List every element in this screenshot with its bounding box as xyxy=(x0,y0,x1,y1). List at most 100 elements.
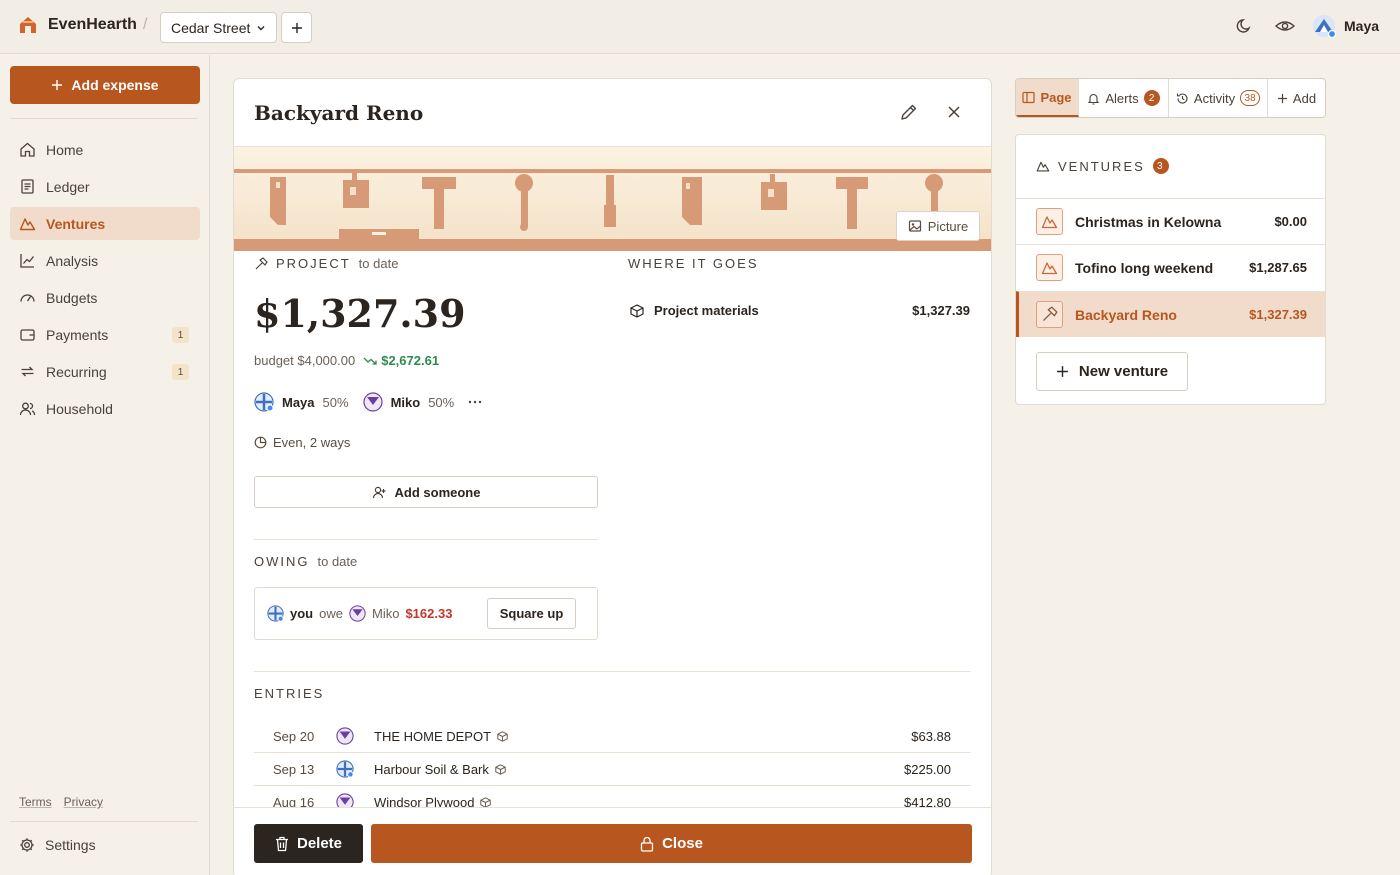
tab-label: Activity xyxy=(1193,90,1236,106)
user-menu[interactable]: Maya xyxy=(1312,14,1379,38)
owing-section-label: OWING to date xyxy=(254,554,357,569)
sidebar-item-label: Home xyxy=(46,141,84,158)
owing-verb: owe xyxy=(319,606,343,621)
count-badge: 1 xyxy=(172,327,189,343)
venture-item-christmas[interactable]: Christmas in Kelowna $0.00 xyxy=(1016,198,1325,244)
avatar-maya[interactable] xyxy=(254,392,274,412)
moon-icon[interactable] xyxy=(1235,17,1253,35)
sidebar-item-label: Budgets xyxy=(46,289,98,306)
trend-down-icon xyxy=(363,356,377,366)
box-icon xyxy=(495,763,506,775)
sidebar-item-payments[interactable]: Payments 1 xyxy=(10,318,200,351)
ventures-label: VENTURES xyxy=(1058,158,1145,174)
house-logo-icon xyxy=(18,15,38,35)
plus-icon xyxy=(1056,365,1069,378)
project-label: PROJECT xyxy=(276,256,351,271)
plus-icon xyxy=(51,79,63,91)
box-icon xyxy=(480,796,492,808)
new-venture-label: New venture xyxy=(1078,363,1169,380)
table-row[interactable]: Sep 20 THE HOME DEPOT $63.88 xyxy=(254,720,971,753)
venture-item-tofino[interactable]: Tofino long weekend $1,287.65 xyxy=(1016,244,1325,290)
sidebar-item-household[interactable]: Household xyxy=(10,392,200,425)
terms-link[interactable]: Terms xyxy=(19,795,52,809)
chevron-down-icon xyxy=(256,23,266,33)
sidebar: Add expense Home Ledger Ventures Analysi… xyxy=(0,55,210,875)
member-percent: 50% xyxy=(428,394,455,410)
venture-amount: $0.00 xyxy=(1274,214,1307,229)
entries-section-label: ENTRIES xyxy=(254,686,324,701)
category-amount: $1,327.39 xyxy=(912,303,970,318)
venture-detail-panel: Backyard Reno Picture PROJECT to date $1… xyxy=(233,78,992,875)
avatar-miko[interactable] xyxy=(362,392,383,412)
member-name: Maya xyxy=(282,394,315,410)
entry-merchant: THE HOME DEPOT xyxy=(374,729,508,744)
tab-alerts[interactable]: Alerts 2 xyxy=(1079,79,1169,117)
settings-button[interactable]: Settings xyxy=(19,837,96,853)
more-icon[interactable] xyxy=(468,400,482,404)
add-someone-button[interactable]: Add someone xyxy=(254,476,598,508)
add-expense-button[interactable]: Add expense xyxy=(10,66,200,104)
sidebar-item-analysis[interactable]: Analysis xyxy=(10,244,200,277)
tab-page[interactable]: Page xyxy=(1016,79,1079,117)
new-venture-button[interactable]: New venture xyxy=(1036,352,1188,391)
entries-label: ENTRIES xyxy=(254,686,325,701)
avatar xyxy=(1312,14,1336,38)
remaining-value: $2,672.61 xyxy=(381,353,440,368)
hammer-icon xyxy=(254,256,268,271)
sidebar-item-budgets[interactable]: Budgets xyxy=(10,281,200,314)
venture-item-backyard-reno[interactable]: Backyard Reno $1,327.39 xyxy=(1016,291,1325,337)
users-icon xyxy=(19,400,36,417)
category-row[interactable]: Project materials $1,327.39 xyxy=(630,303,970,318)
delete-button[interactable]: Delete xyxy=(254,824,363,863)
ventures-header: VENTURES 3 xyxy=(1036,158,1169,174)
pencil-icon[interactable] xyxy=(899,102,919,122)
picture-button[interactable]: Picture xyxy=(896,211,980,241)
sidebar-divider xyxy=(10,821,198,822)
table-row[interactable]: Sep 13 Harbour Soil & Bark $225.00 xyxy=(254,753,971,786)
activity-count-badge: 38 xyxy=(1240,90,1261,106)
entry-merchant: Harbour Soil & Bark xyxy=(374,762,506,777)
split-method[interactable]: Even, 2 ways xyxy=(254,435,350,450)
venture-cover-image xyxy=(234,147,991,251)
workspace-select[interactable]: Cedar Street xyxy=(160,12,277,43)
user-plus-icon xyxy=(372,485,387,499)
merchant-name: Harbour Soil & Bark xyxy=(374,761,489,777)
merchant-name: THE HOME DEPOT xyxy=(374,728,492,744)
sidebar-item-ledger[interactable]: Ledger xyxy=(10,170,200,203)
owing-label: OWING xyxy=(254,554,310,569)
entry-date: Sep 13 xyxy=(273,761,315,777)
mountain-icon xyxy=(1036,159,1050,173)
square-up-button[interactable]: Square up xyxy=(487,598,576,629)
privacy-link[interactable]: Privacy xyxy=(64,795,103,809)
close-icon[interactable] xyxy=(946,104,962,120)
tab-activity[interactable]: Activity 38 xyxy=(1169,79,1268,117)
split-method-label: Even, 2 ways xyxy=(273,435,351,450)
owing-from: you xyxy=(290,606,314,621)
entry-date: Sep 20 xyxy=(273,728,315,744)
brand[interactable]: EvenHearth xyxy=(18,15,137,35)
close-venture-button[interactable]: Close xyxy=(371,824,972,863)
sidebar-item-label: Ventures xyxy=(46,215,106,232)
sidebar-item-label: Payments xyxy=(46,326,109,343)
sidebar-item-home[interactable]: Home xyxy=(10,133,200,166)
sidebar-item-label: Analysis xyxy=(46,252,99,269)
add-workspace-button[interactable] xyxy=(281,12,312,43)
sidebar-item-label: Household xyxy=(46,400,113,417)
workspace-name: Cedar Street xyxy=(171,19,251,36)
sidebar-item-ventures[interactable]: Ventures xyxy=(10,207,200,240)
tab-add[interactable]: Add xyxy=(1268,79,1325,117)
hammer-icon xyxy=(1036,301,1063,328)
category-label: Project materials xyxy=(654,303,759,318)
member-percent: 50% xyxy=(322,394,349,410)
avatar-maya xyxy=(336,760,374,778)
tab-label: Add xyxy=(1292,90,1317,106)
divider xyxy=(254,539,598,540)
sidebar-item-recurring[interactable]: Recurring 1 xyxy=(10,355,200,388)
eye-icon[interactable] xyxy=(1275,17,1295,35)
venture-name: Backyard Reno xyxy=(1075,306,1177,323)
avatar-miko xyxy=(336,727,374,745)
action-bar: Delete Close xyxy=(234,807,991,875)
breadcrumb-separator: / xyxy=(143,16,148,33)
owing-sub-label: to date xyxy=(317,554,358,569)
trash-icon xyxy=(275,836,289,852)
